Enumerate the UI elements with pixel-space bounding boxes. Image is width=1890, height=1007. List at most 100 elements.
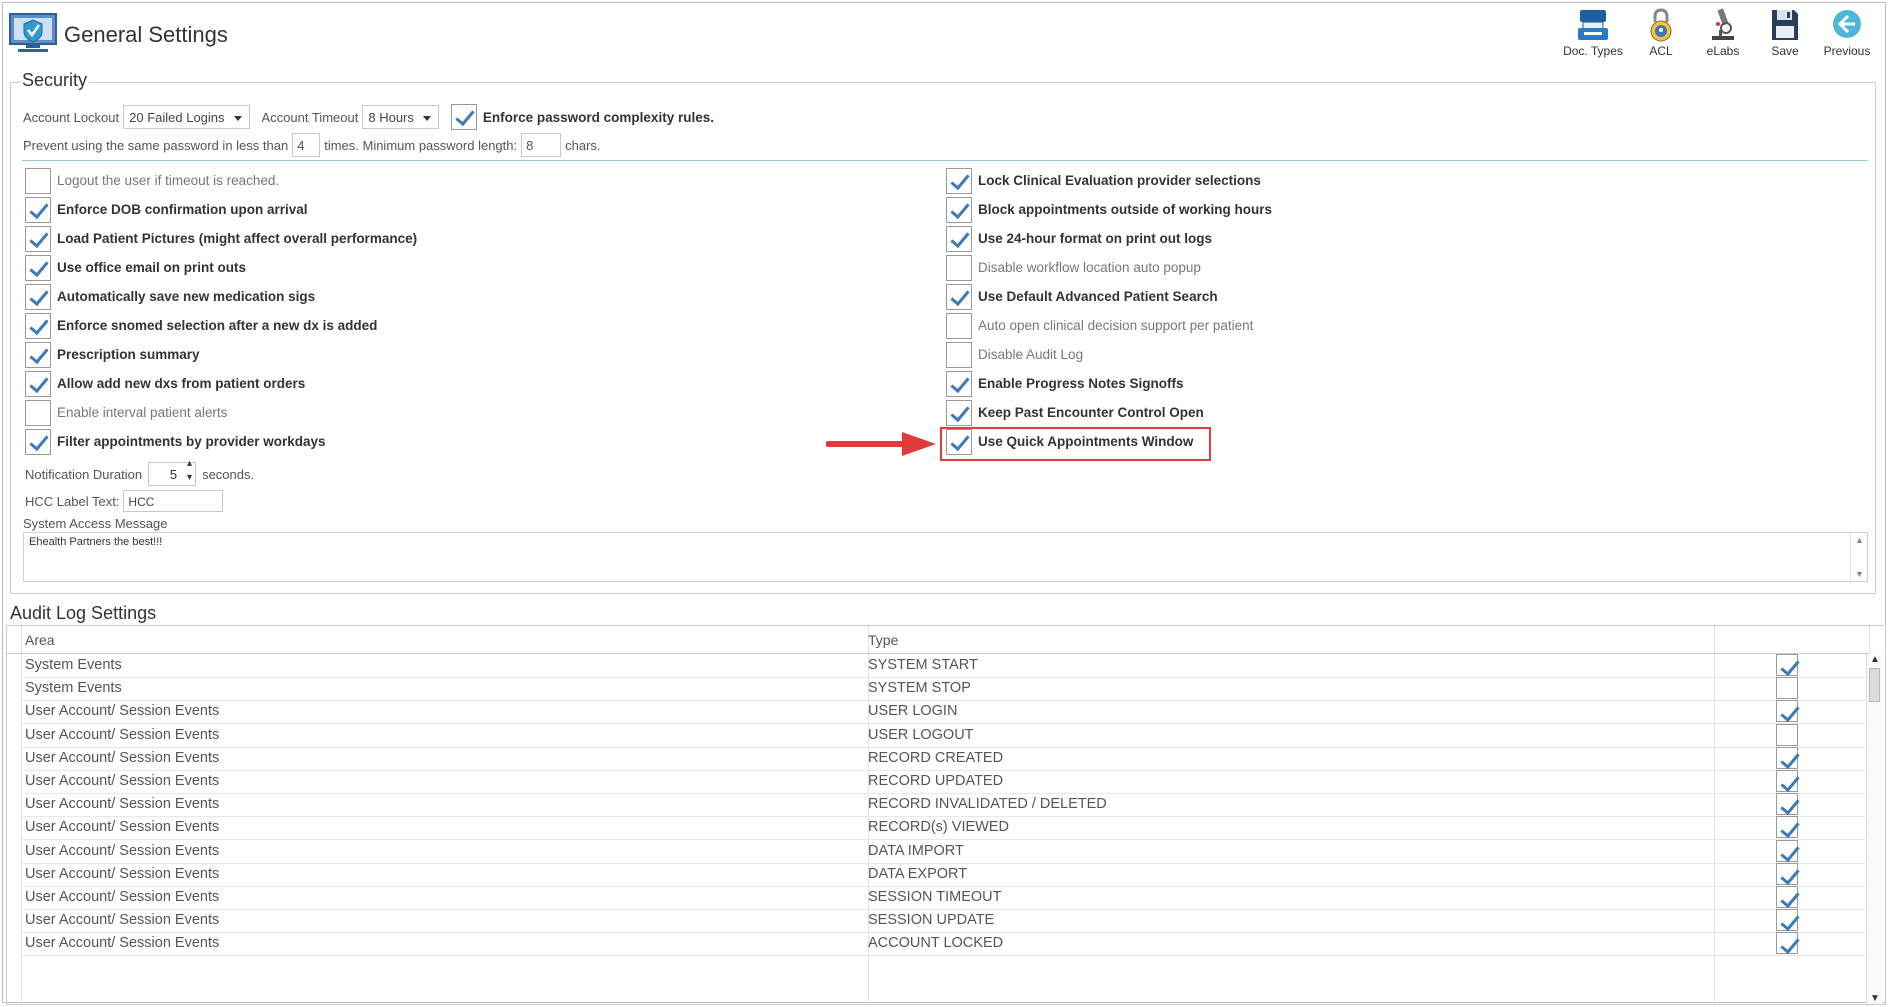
table-row[interactable]: System Events SYSTEM START [21,654,1871,678]
textarea-scrollbar[interactable]: ▲ ▼ [1850,533,1867,581]
option-checkbox[interactable] [25,312,51,339]
option-label: Logout the user if timeout is reached. [57,173,280,188]
option-checkbox[interactable] [946,283,972,310]
table-row[interactable]: User Account/ Session Events SESSION TIME… [21,886,1871,910]
hcc-label-input[interactable]: HCC [123,490,224,512]
account-lockout-select[interactable]: 20 Failed Logins [123,105,250,129]
table-row[interactable]: User Account/ Session Events DATA IMPORT [21,839,1871,864]
type-cell: SESSION TIMEOUT [868,889,1002,905]
scroll-down-icon[interactable]: ▼ [1870,993,1880,1004]
notification-duration-spinner[interactable]: 5 [148,458,197,486]
option-checkbox[interactable] [25,196,51,223]
scroll-thumb[interactable] [1869,668,1880,702]
option-checkbox[interactable] [946,399,972,426]
password-reuse-times-input[interactable]: 4 [292,133,321,157]
doc-types-button[interactable]: Doc. Types [1556,6,1630,58]
option-row: Disable Audit Log [946,340,1272,369]
account-timeout-select[interactable]: 8 Hours [362,105,439,129]
save-label: Save [1771,44,1799,58]
save-button[interactable]: Save [1754,6,1816,58]
table-row[interactable]: User Account/ Session Events ACCOUNT LOCK… [21,932,1871,957]
type-cell: USER LOGIN [868,703,958,720]
table-row[interactable]: User Account/ Session Events RECORD CREAT… [21,746,1871,771]
account-timeout-label: Account Timeout [261,109,359,125]
option-label: Enforce snomed selection after a new dx … [57,318,378,333]
option-checkbox[interactable] [25,167,51,194]
option-checkbox[interactable] [25,399,51,426]
type-cell: USER LOGOUT [868,726,974,743]
area-cell: User Account/ Session Events [25,865,220,882]
password-complexity-checkbox[interactable] [450,104,477,130]
prevent-label-1: Prevent using the same password in less … [23,137,289,153]
scroll-down-icon[interactable]: ▼ [1855,569,1864,579]
area-cell: System Events [25,680,122,697]
option-checkbox[interactable] [25,428,51,455]
audit-log-title: Audit Log Settings [10,603,157,623]
enabled-checkbox[interactable] [1776,839,1798,862]
enabled-checkbox[interactable] [1776,886,1798,908]
option-checkbox[interactable] [946,196,972,223]
type-cell: DATA EXPORT [868,865,968,882]
security-legend: Security [20,70,90,91]
option-checkbox[interactable] [946,167,972,194]
system-access-textarea[interactable]: Ehealth Partners the best!!! ▲ ▼ [23,532,1868,582]
column-header-type[interactable]: Type [868,632,898,648]
option-row: Disable workflow location auto popup [946,253,1272,282]
enabled-checkbox[interactable] [1776,700,1798,723]
option-row: Enforce snomed selection after a new dx … [25,311,417,340]
enabled-checkbox[interactable] [1776,723,1798,746]
table-row[interactable]: User Account/ Session Events RECORD(s) VI… [21,816,1871,841]
scroll-up-icon[interactable]: ▲ [1855,535,1864,545]
enabled-checkbox[interactable] [1776,932,1798,955]
enabled-checkbox[interactable] [1776,746,1798,769]
password-reuse-row: Prevent using the same password in less … [23,133,601,157]
option-row: Lock Clinical Evaluation provider select… [946,166,1272,195]
table-row[interactable]: System Events SYSTEM STOP [21,677,1871,702]
prevent-label-3: chars. [565,137,601,153]
option-checkbox[interactable] [25,341,51,368]
lock-icon [1650,8,1672,42]
red-arrow-icon [826,432,936,456]
table-row[interactable]: User Account/ Session Events RECORD INVAL… [21,793,1871,818]
option-label: Block appointments outside of working ho… [978,202,1273,217]
table-row[interactable]: User Account/ Session Events USER LOGIN [21,700,1871,725]
notification-unit-label: seconds. [202,466,255,482]
table-row[interactable]: User Account/ Session Events USER LOGOUT [21,723,1871,748]
option-label: Keep Past Encounter Control Open [978,405,1204,420]
option-row: Filter appointments by provider workdays [25,427,417,456]
elabs-button[interactable]: eLabs [1692,6,1754,58]
option-checkbox[interactable] [25,225,51,252]
table-row[interactable]: User Account/ Session Events SESSION UPDA… [21,909,1871,934]
enabled-checkbox[interactable] [1776,816,1798,839]
table-row[interactable]: User Account/ Session Events RECORD UPDAT… [21,770,1871,794]
option-checkbox[interactable] [946,341,972,368]
option-checkbox[interactable] [25,254,51,281]
option-checkbox[interactable] [946,312,972,339]
table-row[interactable]: User Account/ Session Events DATA EXPORT [21,862,1871,887]
option-row: Keep Past Encounter Control Open [946,398,1272,427]
acl-button[interactable]: ACL [1630,6,1692,58]
enabled-checkbox[interactable] [1776,909,1798,932]
grid-scrollbar[interactable]: ▲ ▼ [1866,654,1883,1004]
column-header-area[interactable]: Area [25,632,55,648]
type-cell: RECORD UPDATED [868,773,1004,789]
page-title: General Settings [64,22,228,47]
option-row: Auto open clinical decision support per … [946,311,1272,340]
previous-button[interactable]: Previous [1816,6,1878,58]
option-checkbox[interactable] [946,370,972,397]
enabled-checkbox[interactable] [1776,677,1798,700]
scroll-up-icon[interactable]: ▲ [1870,654,1880,665]
option-checkbox[interactable] [25,370,51,397]
option-checkbox[interactable] [946,225,972,252]
password-complexity-label: Enforce password complexity rules. [482,109,714,125]
min-password-length-input[interactable]: 8 [521,133,562,157]
enabled-checkbox[interactable] [1776,793,1798,816]
enabled-checkbox[interactable] [1776,654,1798,676]
enabled-checkbox[interactable] [1776,862,1798,885]
grid-header: Area Type [7,626,1869,654]
system-access-label: System Access Message [23,516,168,531]
option-checkbox[interactable] [946,254,972,281]
option-checkbox[interactable] [25,283,51,310]
option-label: Automatically save new medication sigs [57,289,316,304]
enabled-checkbox[interactable] [1776,770,1798,792]
